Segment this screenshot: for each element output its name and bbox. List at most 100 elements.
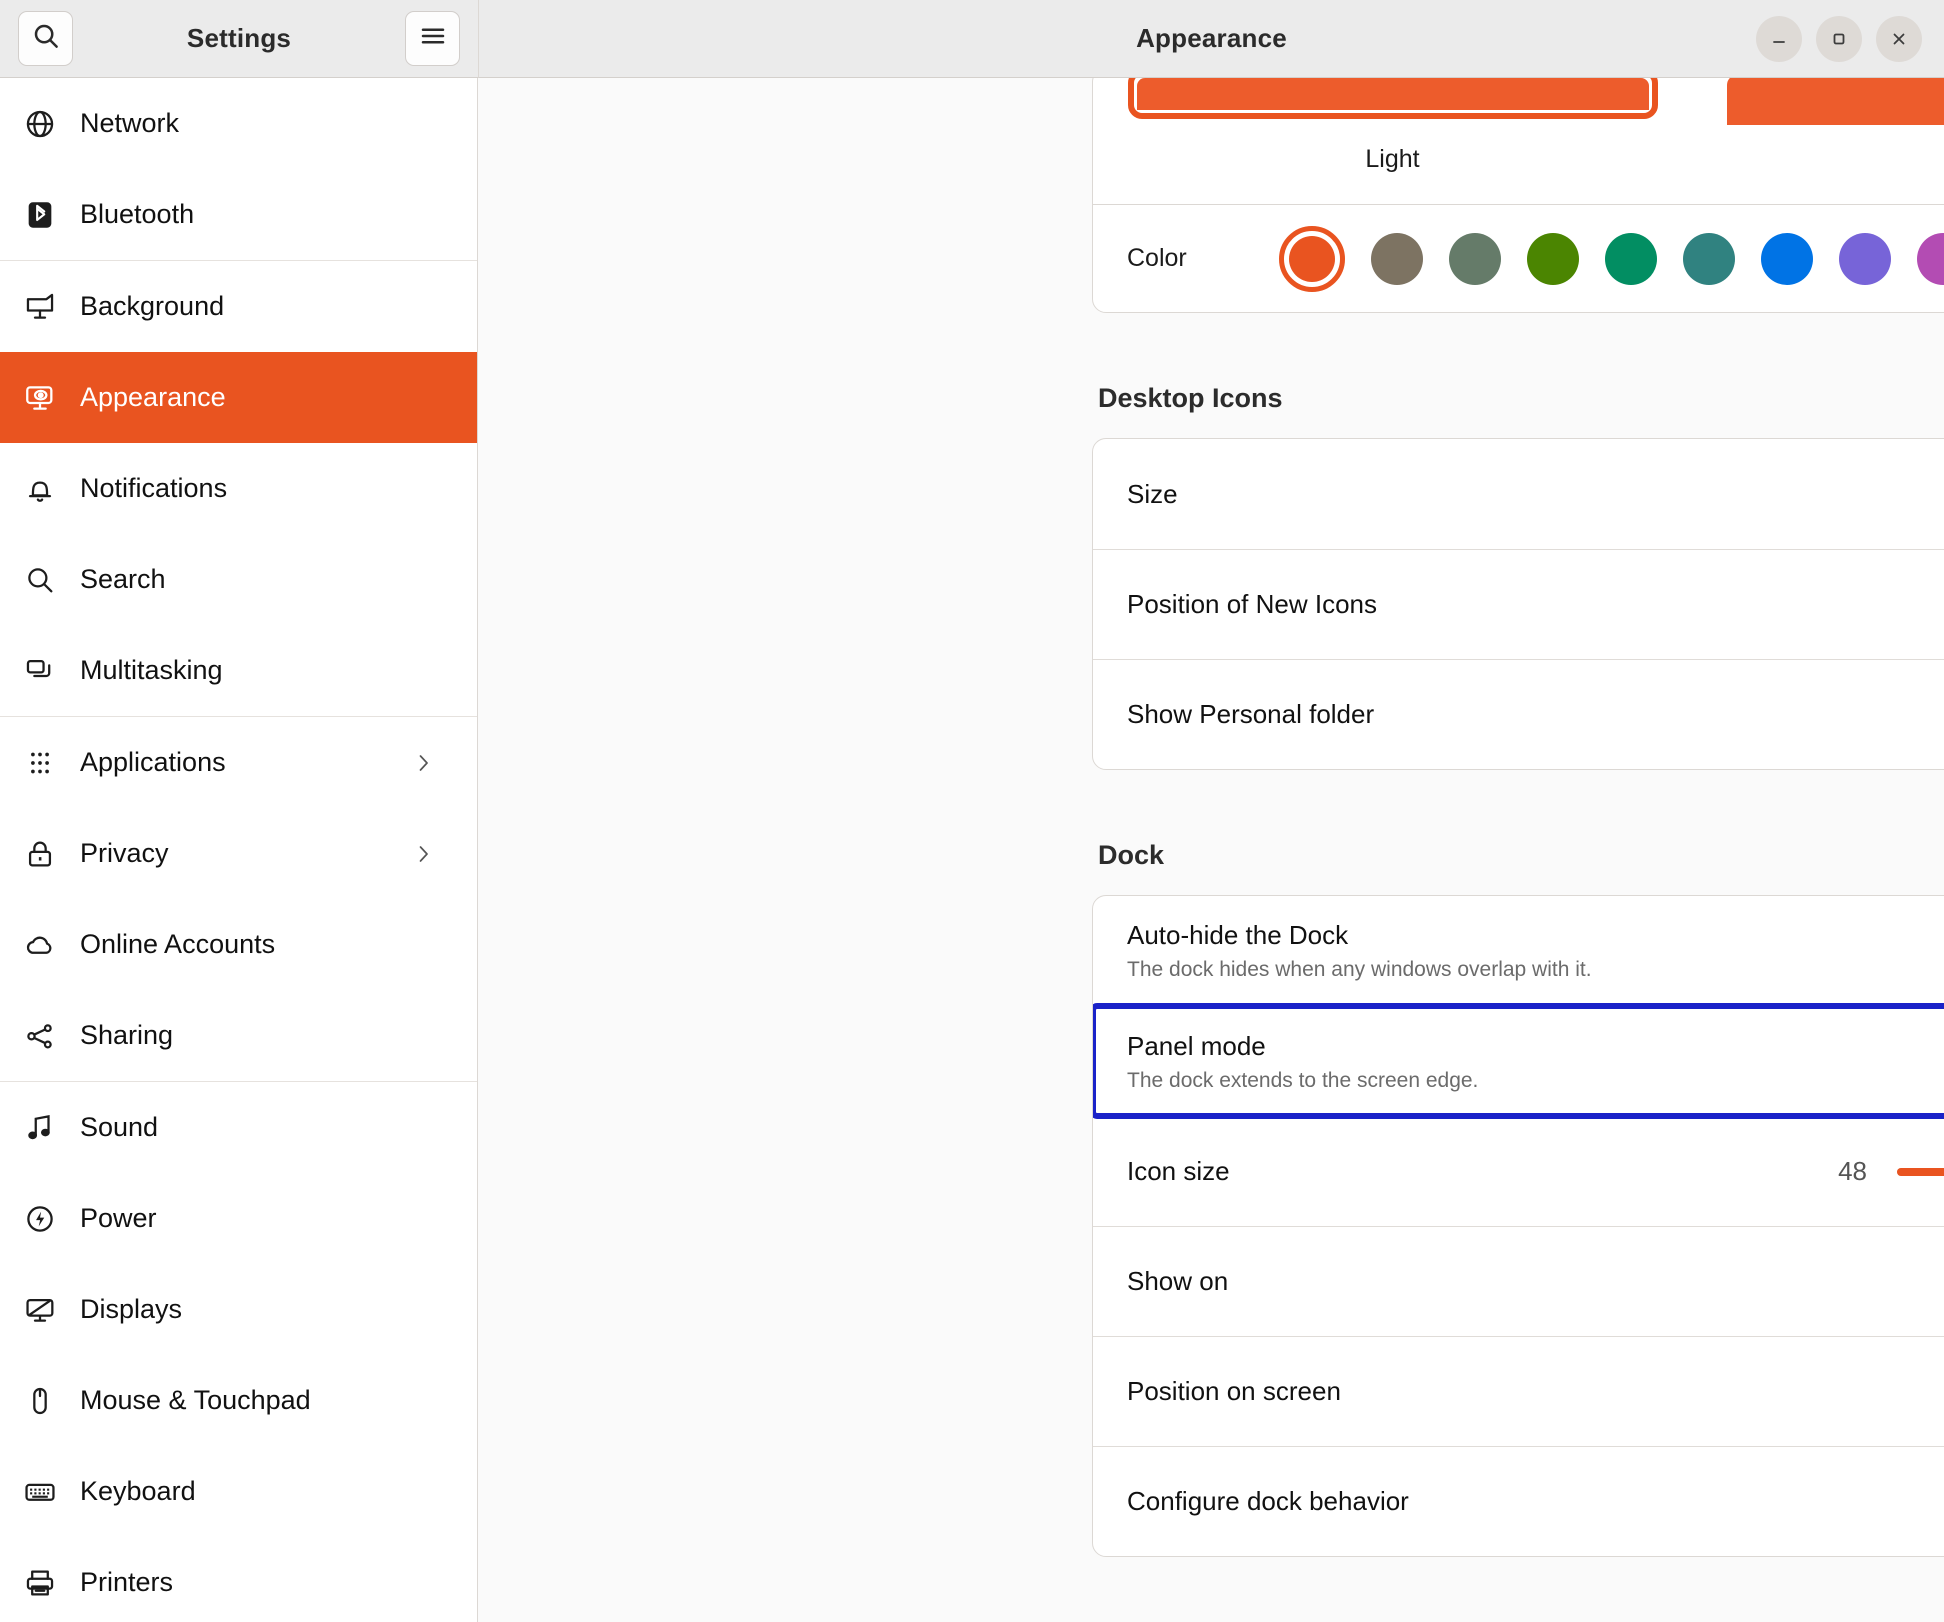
row-label: Auto-hide the Dock: [1127, 920, 1349, 950]
color-swatch-viridian[interactable]: [1605, 232, 1657, 285]
color-swatch-magenta[interactable]: [1917, 232, 1944, 285]
row-description: The dock extends to the screen edge.: [1127, 1068, 1479, 1092]
sidebar-item-label: Network: [80, 108, 180, 138]
sidebar-item-appearance[interactable]: Appearance: [0, 352, 477, 443]
main-content: Light Dark Color Desktop Icons SizeNor: [478, 78, 1944, 1622]
cloud-icon: [20, 928, 60, 962]
row-label: Configure dock behavior: [1127, 1486, 1409, 1516]
color-swatch-olive[interactable]: [1527, 232, 1579, 285]
lock-icon: [20, 837, 60, 871]
dark-theme-preview: [1726, 78, 1944, 125]
style-section: Light Dark Color: [1092, 78, 1944, 313]
sidebar-item-background[interactable]: Background: [0, 261, 477, 352]
row-label: Show Personal folder: [1127, 699, 1375, 729]
sidebar-item-search[interactable]: Search: [0, 534, 477, 625]
color-swatch-prussian-green[interactable]: [1683, 232, 1735, 285]
sidebar-item-multitasking[interactable]: Multitasking: [0, 625, 477, 716]
row-label: Panel mode: [1127, 1030, 1266, 1061]
row-text-block: Size: [1127, 479, 1178, 510]
sidebar-item-mouse-touchpad[interactable]: Mouse & Touchpad: [0, 1355, 477, 1446]
light-theme-label: Light: [1365, 145, 1420, 173]
sidebar-item-network[interactable]: Network: [0, 78, 477, 169]
close-button[interactable]: [1876, 15, 1922, 62]
search-icon: [20, 563, 60, 597]
sidebar-item-label: Power: [80, 1203, 157, 1233]
row-text-block: Show on: [1127, 1266, 1228, 1297]
row-label: Position on screen: [1127, 1376, 1341, 1406]
style-card: Light Dark Color: [1092, 78, 1944, 313]
sidebar-item-online-accounts[interactable]: Online Accounts: [0, 899, 477, 990]
sidebar-item-sound[interactable]: Sound: [0, 1082, 477, 1173]
close-icon: [1889, 29, 1909, 49]
theme-option-dark[interactable]: Dark: [1692, 78, 1944, 204]
sidebar-item-privacy[interactable]: Privacy: [0, 808, 477, 899]
row-text-block: Show Personal folder: [1127, 699, 1374, 730]
sidebar-item-printers[interactable]: Printers: [0, 1537, 477, 1622]
desktop-icons-title: Desktop Icons: [1098, 383, 1283, 413]
sidebar-item-displays[interactable]: Displays: [0, 1264, 477, 1355]
sidebar-item-notifications[interactable]: Notifications: [0, 443, 477, 534]
dock-row-position-on-screen[interactable]: Position on screenBottom: [1093, 1336, 1944, 1446]
dock-row-panel-mode[interactable]: Panel mode The dock extends to the screen…: [1093, 1003, 1944, 1119]
sidebar-item-label: Notifications: [80, 473, 228, 503]
appearance-icon: [20, 381, 60, 415]
color-swatch-blue[interactable]: [1761, 232, 1813, 285]
sidebar-item-applications[interactable]: Applications: [0, 717, 477, 808]
row-label: Icon size: [1127, 1156, 1230, 1186]
sidebar-item-label: Background: [80, 291, 225, 321]
grid-dots-icon: [20, 746, 60, 780]
row-label: Size: [1127, 478, 1178, 509]
sidebar-item-sharing[interactable]: Sharing: [0, 990, 477, 1081]
color-swatch-bark[interactable]: [1371, 232, 1423, 285]
color-swatch-purple[interactable]: [1839, 232, 1891, 285]
light-theme-preview: [1127, 78, 1658, 119]
search-button[interactable]: [18, 11, 73, 66]
sidebar-item-keyboard[interactable]: Keyboard: [0, 1446, 477, 1537]
theme-option-light[interactable]: Light: [1093, 78, 1692, 204]
printer-icon: [20, 1566, 60, 1600]
sidebar-item-label: Mouse & Touchpad: [80, 1385, 311, 1415]
dock-row-configure-dock-behavior[interactable]: Configure dock behavior: [1093, 1446, 1944, 1556]
sidebar-item-label: Bluetooth: [80, 199, 195, 229]
minimize-button[interactable]: [1756, 15, 1802, 62]
icon-size-slider[interactable]: [1897, 1167, 1944, 1176]
header-bar: Settings Appearance: [0, 0, 1944, 78]
sidebar-item-bluetooth[interactable]: Bluetooth: [0, 169, 477, 260]
minimize-icon: [1769, 29, 1789, 49]
keyboard-icon: [20, 1475, 60, 1509]
sidebar-item-label: Sound: [80, 1112, 159, 1142]
bell-icon: [20, 472, 60, 506]
dock-row-show-on[interactable]: Show onPrimary Display (1): [1093, 1226, 1944, 1336]
row-text-block: Position on screen: [1127, 1376, 1341, 1407]
color-swatch-list: [1279, 225, 1944, 292]
row-label: Show on: [1127, 1266, 1229, 1296]
desktop-icons-row-size[interactable]: SizeNormal: [1093, 439, 1944, 549]
window-body: Network Bluetooth Background Appearance Noti…: [0, 78, 1944, 1622]
dock-title: Dock: [1098, 840, 1165, 870]
row-text-block: Panel mode The dock extends to the screen…: [1127, 1031, 1478, 1093]
slider-value: 48: [1838, 1156, 1867, 1186]
monitor-icon: [20, 290, 60, 324]
windows-icon: [20, 654, 60, 688]
accent-color-row: Color: [1093, 204, 1944, 312]
dock-row-auto-hide-the-dock[interactable]: Auto-hide the Dock The dock hides when an…: [1093, 896, 1944, 1006]
search-icon: [31, 21, 61, 56]
chevron-right-icon: [411, 842, 435, 866]
sidebar-item-power[interactable]: Power: [0, 1173, 477, 1264]
sidebar-item-label: Online Accounts: [80, 929, 276, 959]
dock-card: Auto-hide the Dock The dock hides when an…: [1092, 895, 1944, 1557]
sidebar-item-label: Sharing: [80, 1020, 174, 1050]
row-text-block: Position of New Icons: [1127, 589, 1377, 620]
desktop-icons-row-position-of-new-icons[interactable]: Position of New IconsBottom Right: [1093, 549, 1944, 659]
sidebar-header: Settings: [0, 0, 478, 78]
power-bolt-icon: [20, 1202, 60, 1236]
desktop-icons-row-show-personal-folder[interactable]: Show Personal folder: [1093, 659, 1944, 769]
menu-button[interactable]: [405, 11, 460, 66]
color-swatch-orange[interactable]: [1279, 225, 1345, 292]
color-swatch-sage[interactable]: [1449, 232, 1501, 285]
maximize-button[interactable]: [1816, 15, 1862, 62]
dock-row-icon-size[interactable]: Icon size 48: [1093, 1116, 1944, 1226]
row-control: 48: [1825, 1156, 1944, 1187]
row-label: Position of New Icons: [1127, 589, 1378, 619]
color-label: Color: [1127, 244, 1187, 272]
